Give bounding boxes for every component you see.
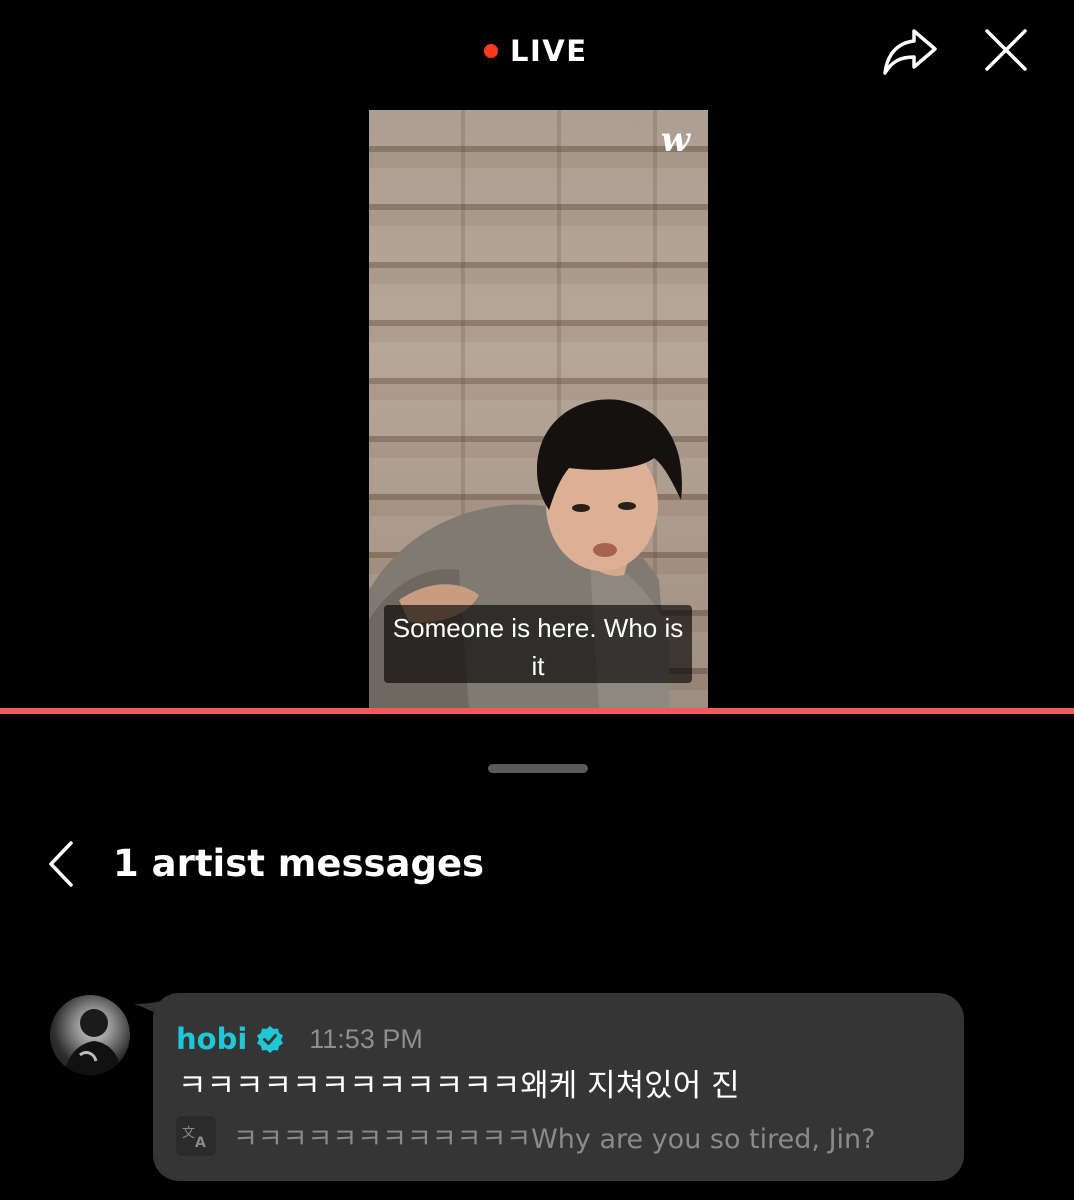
- chevron-left-icon: [49, 841, 73, 887]
- live-dot: [484, 44, 498, 58]
- avatar-photo: [64, 1009, 122, 1075]
- live-label: LIVE: [510, 34, 588, 68]
- message-author[interactable]: hobi: [176, 1022, 247, 1056]
- back-button[interactable]: [36, 832, 86, 896]
- share-arrow-icon: [883, 29, 937, 75]
- avatar[interactable]: [50, 995, 130, 1075]
- translation-text: ㅋㅋㅋㅋㅋㅋㅋㅋㅋㅋㅋㅋWhy are you so tired, Jin?: [233, 1123, 876, 1155]
- video-player[interactable]: w Someone is here. Who is it: [369, 110, 708, 710]
- message-time: 11:53 PM: [309, 1023, 423, 1054]
- sheet-drag-handle[interactable]: [488, 764, 588, 773]
- svg-text:A: A: [195, 1135, 206, 1149]
- progress-bar[interactable]: [0, 708, 1074, 714]
- verified-badge-icon: [257, 1026, 284, 1053]
- close-icon: [985, 29, 1027, 71]
- message-text: ㅋㅋㅋㅋㅋㅋㅋㅋㅋㅋㅋㅋ왜케 지쳐있어 진: [178, 1068, 740, 1104]
- sheet-title: 1 artist messages: [113, 842, 485, 885]
- svg-text:文: 文: [182, 1126, 195, 1141]
- close-button[interactable]: [976, 20, 1036, 80]
- translate-icon[interactable]: 文 A: [176, 1116, 216, 1156]
- message-header: hobi 11:53 PM: [176, 1020, 423, 1058]
- translation-row: 文 A ㅋㅋㅋㅋㅋㅋㅋㅋㅋㅋㅋㅋWhy are you so tired, Ji…: [176, 1116, 875, 1156]
- share-button[interactable]: [880, 22, 940, 82]
- weverse-logo: w: [660, 120, 690, 160]
- live-caption: Someone is here. Who is it: [384, 605, 692, 683]
- live-indicator: LIVE: [484, 33, 588, 69]
- progress-fill: [0, 708, 1074, 714]
